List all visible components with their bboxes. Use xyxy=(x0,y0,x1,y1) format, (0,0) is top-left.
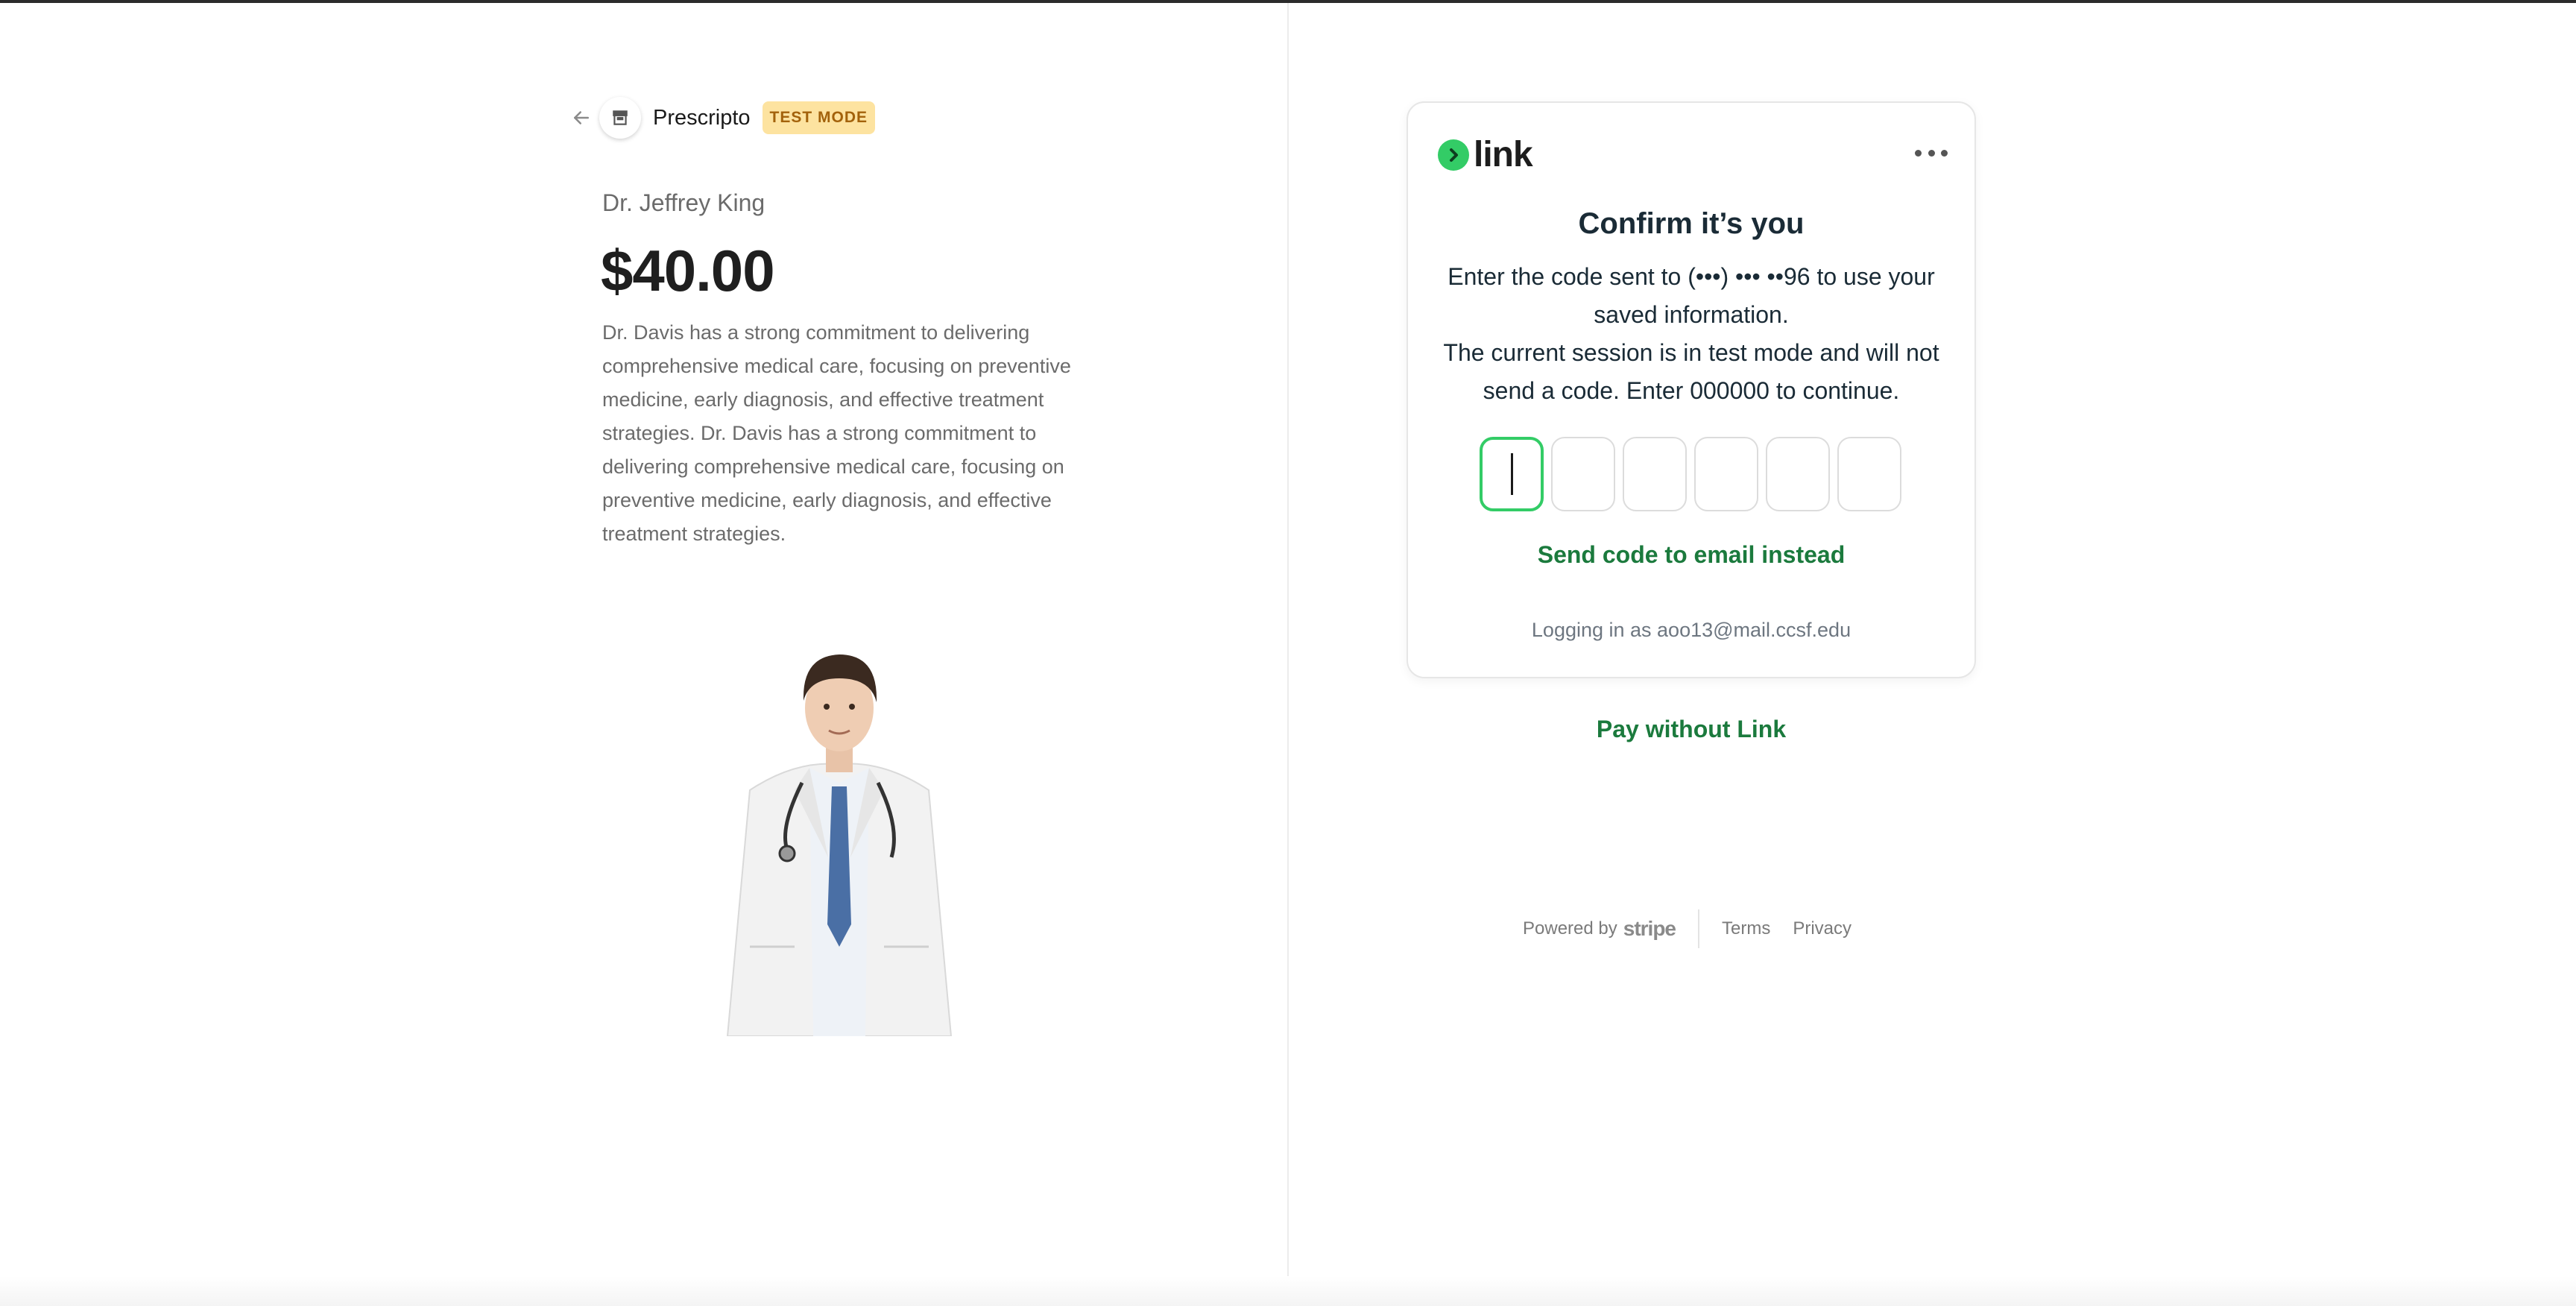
terms-link[interactable]: Terms xyxy=(1722,918,1770,939)
privacy-link[interactable]: Privacy xyxy=(1793,918,1852,939)
link-logo: link xyxy=(1438,134,1533,175)
footer: Powered by stripe Terms Privacy xyxy=(1523,908,1852,950)
powered-by-stripe[interactable]: Powered by stripe xyxy=(1523,917,1676,941)
more-options-button[interactable] xyxy=(1915,142,1948,164)
more-horizontal-icon xyxy=(1928,149,1935,157)
chevron-right-icon xyxy=(1438,139,1469,171)
text-caret xyxy=(1510,453,1513,495)
footer-divider xyxy=(1698,909,1699,948)
product-name: Dr. Jeffrey King xyxy=(602,189,765,216)
otp-digit-5[interactable] xyxy=(1766,437,1830,511)
more-horizontal-icon xyxy=(1941,149,1948,157)
otp-digit-2[interactable] xyxy=(1551,437,1615,511)
product-image xyxy=(726,654,953,1036)
confirm-title: Confirm it’s you xyxy=(1578,207,1805,240)
otp-digit-4[interactable] xyxy=(1694,437,1758,511)
otp-digit-6[interactable] xyxy=(1837,437,1901,511)
confirm-message: Enter the code sent to (•••) ••• ••96 to… xyxy=(1430,258,1952,410)
powered-by-text: Powered by xyxy=(1523,918,1617,939)
link-verification-card: link Confirm it’s you Enter the code sen… xyxy=(1407,101,1976,678)
code-sent-text: Enter the code sent to (•••) ••• ••96 to… xyxy=(1448,263,1935,328)
test-mode-badge: TEST MODE xyxy=(762,101,876,134)
otp-digit-1[interactable] xyxy=(1480,437,1544,511)
merchant-header: Prescripto TEST MODE xyxy=(566,95,876,140)
test-mode-text: The current session is in test mode and … xyxy=(1443,339,1939,404)
more-horizontal-icon xyxy=(1915,149,1922,157)
pay-without-link-button[interactable]: Pay without Link xyxy=(1407,716,1976,743)
stripe-logo: stripe xyxy=(1623,917,1676,940)
otp-code-input xyxy=(1480,437,1909,511)
arrow-left-icon xyxy=(574,111,589,124)
link-brand-text: link xyxy=(1474,135,1533,174)
store-icon xyxy=(613,110,628,125)
logging-in-text: Logging in as aoo13@mail.ccsf.edu xyxy=(1531,619,1852,641)
send-code-email-link[interactable]: Send code to email instead xyxy=(1408,541,1974,569)
otp-digit-3[interactable] xyxy=(1623,437,1687,511)
bottom-shade xyxy=(0,1276,2576,1306)
product-price: $40.00 xyxy=(601,238,775,303)
store-avatar xyxy=(599,97,641,139)
back-button[interactable] xyxy=(566,103,596,133)
merchant-name: Prescripto xyxy=(653,105,751,130)
product-description: Dr. Davis has a strong commitment to del… xyxy=(602,321,1071,545)
